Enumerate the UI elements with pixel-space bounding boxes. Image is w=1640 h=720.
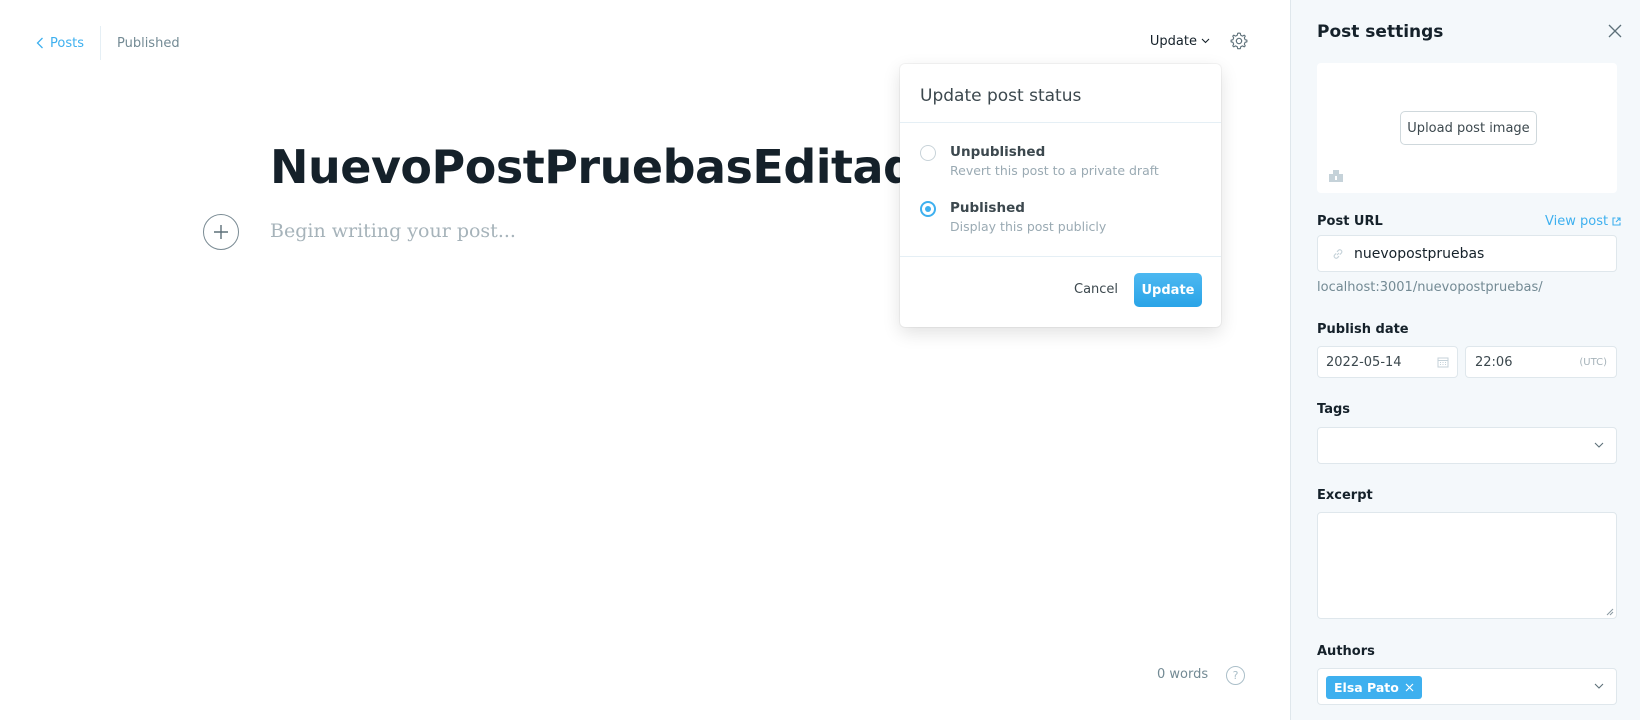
status-options: Unpublished Revert this post to a privat… xyxy=(900,123,1221,257)
close-icon[interactable] xyxy=(1608,24,1622,38)
word-count: 0 words xyxy=(1157,667,1209,682)
post-settings-panel: Post settings Upload post image Post URL… xyxy=(1290,0,1640,720)
timezone-label: (UTC) xyxy=(1579,356,1607,368)
post-url-value: nuevopostpruebas xyxy=(1354,245,1485,262)
author-token[interactable]: Elsa Pato xyxy=(1326,676,1422,699)
publish-time-value: 22:06 xyxy=(1475,354,1513,370)
author-name: Elsa Pato xyxy=(1334,680,1399,695)
authors-label: Authors xyxy=(1317,644,1375,659)
popover-footer: Cancel Update xyxy=(900,257,1221,326)
view-post-link[interactable]: View post xyxy=(1545,214,1621,229)
chevron-down-icon xyxy=(1594,442,1604,448)
authors-select[interactable]: Elsa Pato xyxy=(1317,668,1617,705)
post-url-preview: localhost:3001/nuevopostpruebas/ xyxy=(1317,280,1543,295)
publish-time-input[interactable]: 22:06 (UTC) xyxy=(1465,346,1617,378)
cancel-button[interactable]: Cancel xyxy=(1074,282,1118,297)
option-title: Published xyxy=(950,200,1025,216)
help-icon[interactable]: ? xyxy=(1226,666,1245,685)
publish-date-input[interactable]: 2022-05-14 xyxy=(1317,346,1458,378)
excerpt-textarea[interactable] xyxy=(1317,512,1617,619)
option-published[interactable]: Published Display this post publicly xyxy=(900,199,1221,255)
update-button[interactable]: Update xyxy=(1134,273,1202,307)
update-menu-button[interactable]: Update xyxy=(1150,34,1210,49)
calendar-icon xyxy=(1437,357,1449,368)
option-title: Unpublished xyxy=(950,144,1046,160)
tags-select[interactable] xyxy=(1317,427,1617,464)
post-url-label: Post URL xyxy=(1317,214,1383,229)
post-title-input[interactable]: NuevoPostPruebasEditado xyxy=(270,140,947,194)
popover-heading: Update post status xyxy=(900,64,1221,123)
update-status-popover: Update post status Unpublished Revert th… xyxy=(900,64,1221,327)
add-card-button[interactable] xyxy=(203,214,239,250)
option-unpublished[interactable]: Unpublished Revert this post to a privat… xyxy=(900,143,1221,199)
settings-toggle-button[interactable] xyxy=(1228,30,1250,52)
post-image-dropzone[interactable]: Upload post image xyxy=(1317,63,1617,193)
chevron-down-icon xyxy=(1201,38,1210,44)
publish-date-label: Publish date xyxy=(1317,322,1409,337)
editor-toolbar: Update xyxy=(1150,30,1250,52)
tags-label: Tags xyxy=(1317,402,1351,417)
breadcrumb: Posts Published xyxy=(36,26,180,60)
upload-post-image-button[interactable]: Upload post image xyxy=(1400,111,1537,145)
resize-handle-icon[interactable] xyxy=(1605,607,1614,616)
post-url-input[interactable]: nuevopostpruebas xyxy=(1317,235,1617,272)
view-post-label: View post xyxy=(1545,214,1609,229)
post-status-label: Published xyxy=(116,35,180,51)
remove-author-icon[interactable] xyxy=(1405,683,1414,692)
chevron-left-icon xyxy=(36,37,43,49)
external-link-icon xyxy=(1612,217,1621,226)
unpublished-radio[interactable] xyxy=(920,145,936,161)
link-icon xyxy=(1333,248,1343,259)
published-radio[interactable] xyxy=(920,201,936,217)
publish-date-value: 2022-05-14 xyxy=(1326,354,1402,370)
back-link-label: Posts xyxy=(50,35,84,51)
option-description: Revert this post to a private draft xyxy=(950,163,1159,178)
chevron-down-icon xyxy=(1594,683,1604,689)
plus-icon xyxy=(214,225,228,239)
settings-title: Post settings xyxy=(1317,22,1444,42)
option-description: Display this post publicly xyxy=(950,219,1107,234)
excerpt-label: Excerpt xyxy=(1317,488,1373,503)
image-icon xyxy=(1329,170,1343,182)
post-body-editor[interactable]: Begin writing your post... xyxy=(270,220,516,242)
gear-icon xyxy=(1230,32,1248,50)
back-to-posts-link[interactable]: Posts xyxy=(36,26,101,60)
update-menu-label: Update xyxy=(1149,33,1197,49)
